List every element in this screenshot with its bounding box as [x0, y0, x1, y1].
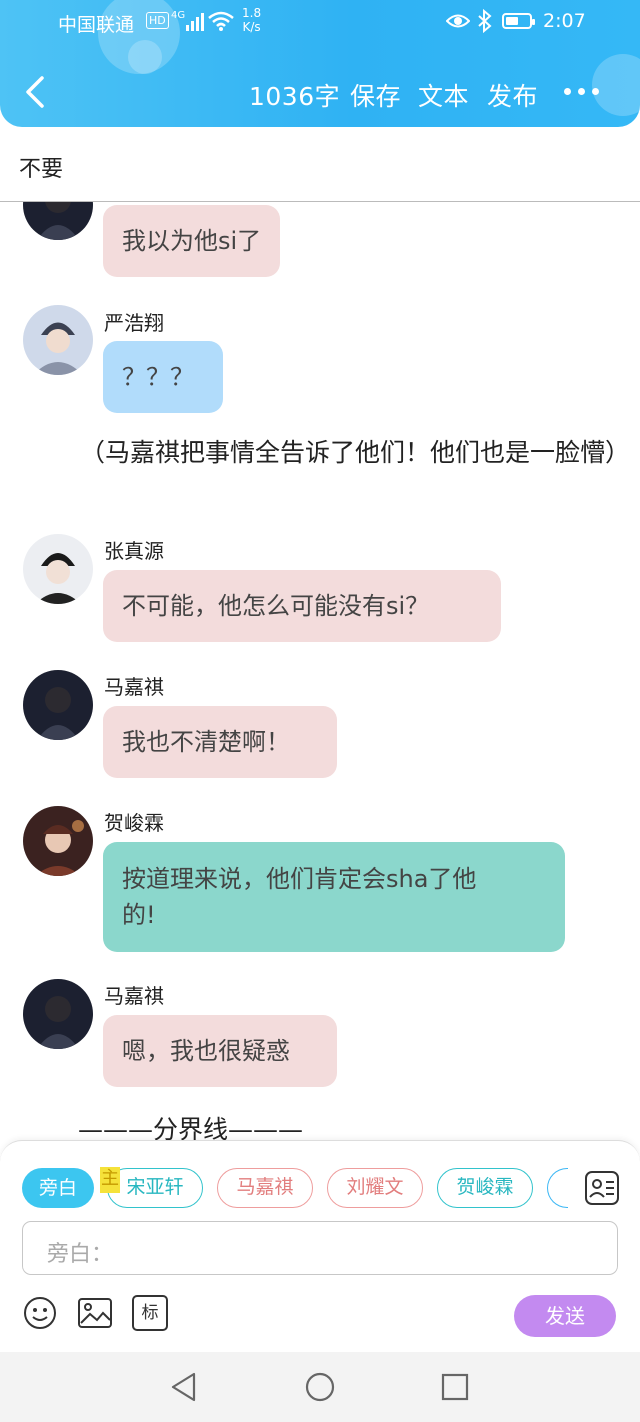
save-button[interactable]: 保存: [350, 77, 401, 113]
top-nav: 1036字 保存 文本 发布: [0, 60, 640, 126]
battery-icon: [502, 13, 535, 29]
message-text: 我也不清楚啊！: [122, 728, 290, 756]
send-button[interactable]: 发送: [514, 1295, 616, 1337]
story-title: 不要: [19, 157, 64, 182]
protagonist-badge: 主: [100, 1167, 120, 1193]
app-header: 中国联通 HD 4G 1.8 K/s 2:07 1036字 保存 文本 发布: [0, 0, 640, 127]
status-bar: 中国联通 HD 4G 1.8 K/s 2:07: [0, 0, 640, 44]
speed-value: 1.8: [242, 6, 262, 20]
role-chip-liu-yaowen[interactable]: 刘耀文: [327, 1168, 423, 1208]
eye-icon: [446, 14, 470, 28]
sender-name: 贺峻霖: [104, 811, 164, 835]
nav-recents-icon[interactable]: [438, 1370, 472, 1404]
sender-name: 严浩翔: [104, 311, 164, 335]
story-title-bar[interactable]: 不要: [0, 127, 640, 202]
avatar-zhang-zhenyuan[interactable]: [23, 534, 93, 604]
message-text: 按道理来说，他们肯定会sha了他: [122, 865, 477, 893]
message-text: 的!: [122, 901, 156, 929]
message-text: 不可能，他怎么可能没有si？: [122, 592, 430, 620]
avatar-yan-haoxiang[interactable]: [23, 305, 93, 375]
message-text: 我以为他si了: [122, 227, 262, 255]
bluetooth-icon: [478, 9, 492, 33]
image-icon[interactable]: [77, 1295, 113, 1331]
sender-name: 马嘉祺: [104, 984, 164, 1008]
wifi-icon: [208, 11, 234, 31]
back-icon[interactable]: [20, 75, 50, 109]
publish-button[interactable]: 发布: [487, 77, 538, 113]
hd-badge: HD: [146, 12, 169, 29]
emoji-icon[interactable]: [22, 1295, 58, 1331]
more-icon[interactable]: [562, 82, 602, 98]
message-input[interactable]: 旁白：: [22, 1221, 618, 1275]
message-bubble[interactable]: 我也不清楚啊！: [103, 706, 337, 778]
role-chip-ma-jiaqi[interactable]: 马嘉祺: [217, 1168, 313, 1208]
chat-area[interactable]: 我以为他si了 严浩翔 ？？？ （马嘉祺把事情全告诉了他们！他们也是一脸懵） 张…: [0, 202, 640, 1140]
role-chip-narrator[interactable]: 旁白: [22, 1168, 94, 1208]
system-nav-bar: [0, 1352, 640, 1422]
avatar-ma-jiaqi[interactable]: [23, 202, 93, 240]
speed-unit: K/s: [242, 20, 261, 34]
contacts-icon[interactable]: [584, 1170, 620, 1206]
message-bubble[interactable]: 我以为他si了: [103, 205, 281, 277]
message-bubble[interactable]: 嗯，我也很疑惑: [103, 1015, 337, 1087]
signal-icon: [186, 13, 204, 31]
network-speed: 1.8 K/s: [242, 6, 261, 34]
network-type: 4G: [171, 10, 186, 21]
section-divider[interactable]: ———分界线———: [78, 1111, 640, 1140]
text-button[interactable]: 文本: [418, 77, 469, 113]
word-count: 1036字: [249, 82, 341, 111]
avatar-ma-jiaqi[interactable]: [23, 979, 93, 1049]
message-bubble[interactable]: ？？？: [103, 341, 223, 413]
message-text: 嗯，我也很疑惑: [122, 1037, 290, 1065]
sender-name: 马嘉祺: [104, 675, 164, 699]
avatar-ma-jiaqi[interactable]: [23, 670, 93, 740]
message-text: ？？？: [122, 363, 194, 391]
clock: 2:07: [543, 10, 586, 32]
nav-home-icon[interactable]: [303, 1370, 337, 1404]
input-panel: 旁白 宋亚轩 主 马嘉祺 刘耀文 贺峻霖 旁白： 标 发送: [0, 1140, 640, 1353]
nav-back-icon[interactable]: [167, 1370, 201, 1404]
narration-text[interactable]: （马嘉祺把事情全告诉了他们！他们也是一脸懵）: [24, 434, 630, 472]
role-chip-song-yaxuan[interactable]: 宋亚轩: [107, 1168, 203, 1208]
message-bubble[interactable]: 不可能，他怎么可能没有si？: [103, 570, 501, 642]
avatar-he-junlin[interactable]: [23, 806, 93, 876]
carrier-name: 中国联通: [58, 14, 135, 36]
tag-icon[interactable]: 标: [132, 1295, 168, 1331]
role-chip-more[interactable]: [547, 1168, 568, 1208]
sender-name: 张真源: [104, 539, 164, 563]
role-chip-he-junlin[interactable]: 贺峻霖: [437, 1168, 533, 1208]
message-bubble[interactable]: 按道理来说，他们肯定会sha了他 的!: [103, 842, 565, 952]
